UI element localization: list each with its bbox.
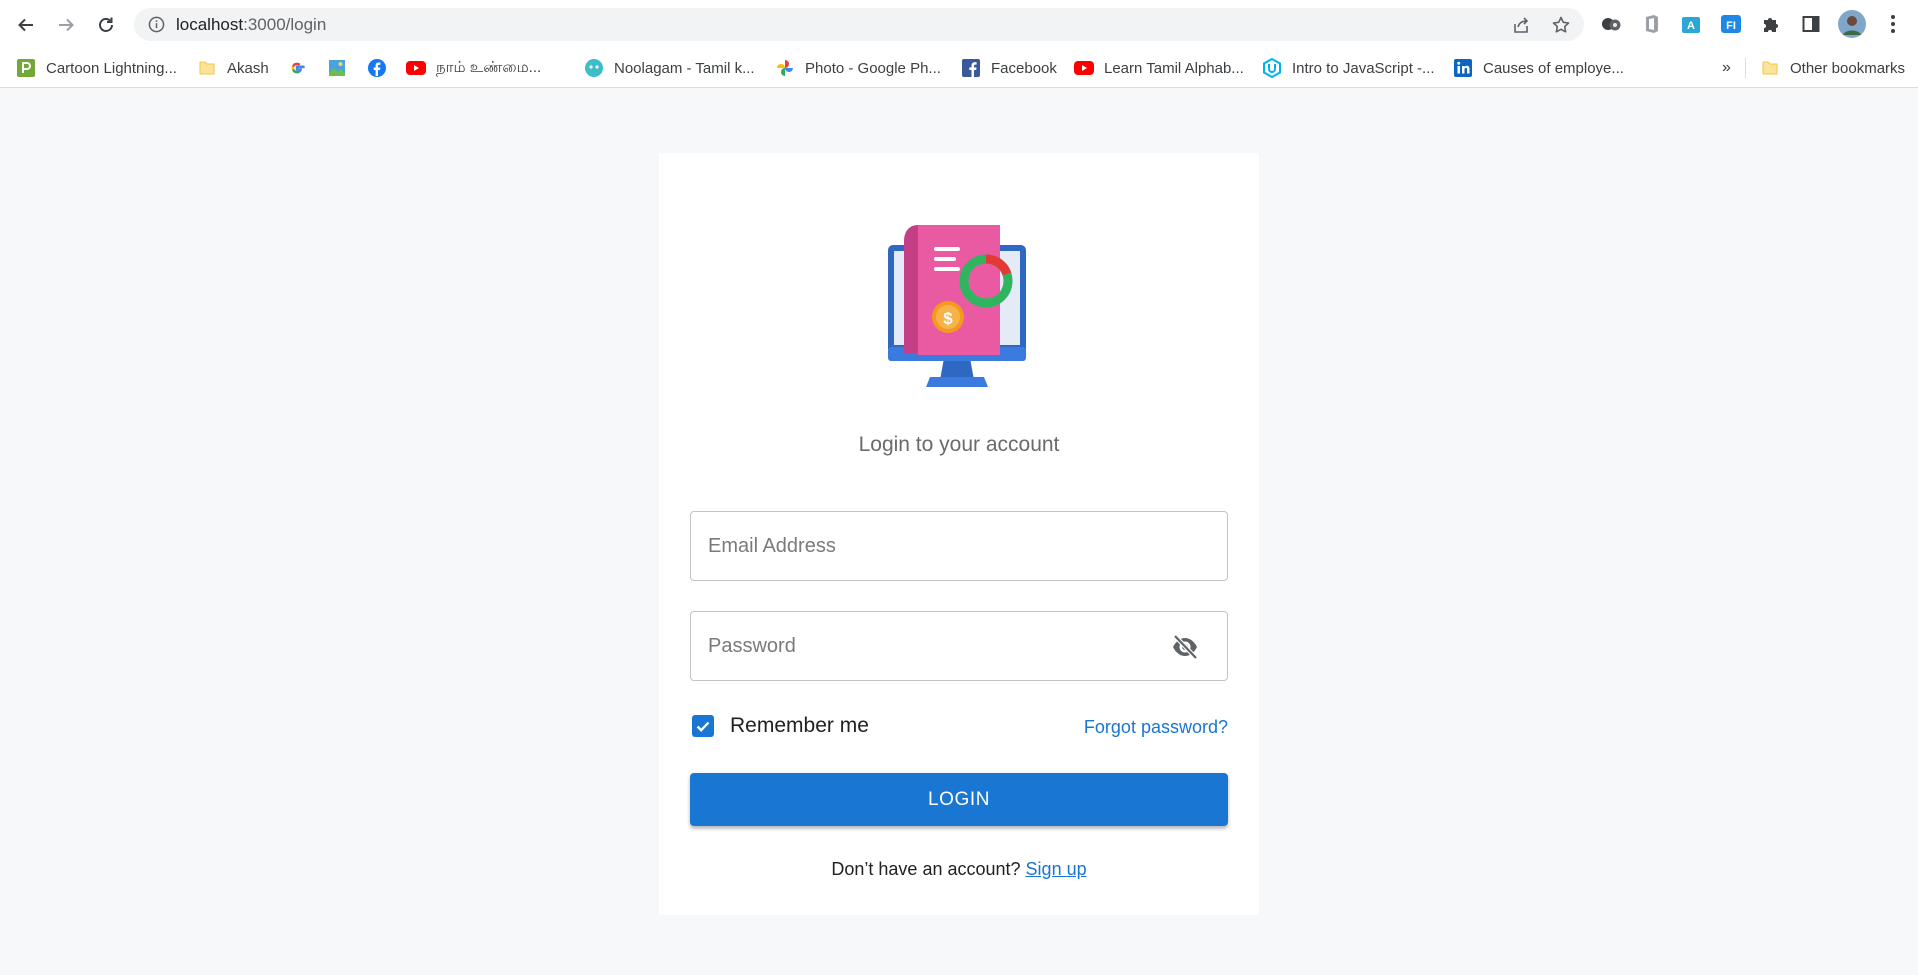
bookmark-intro-javascript[interactable]: Intro to JavaScript -... [1262, 48, 1435, 88]
bookmarks-divider [1745, 58, 1746, 78]
facebook-square-icon [961, 58, 981, 78]
svg-text:A: A [1687, 20, 1695, 32]
bookmark-facebook[interactable]: Facebook [961, 48, 1057, 88]
address-bar[interactable]: localhost:3000/login [134, 8, 1584, 41]
password-field[interactable] [690, 611, 1228, 681]
bookmark-facebook-round[interactable] [367, 48, 397, 88]
bookmark-google-photos[interactable]: Photo - Google Ph... [775, 48, 941, 88]
extension-office-icon[interactable] [1639, 12, 1663, 36]
login-card: $ Login to your account Remember me Forg… [659, 153, 1259, 915]
browser-menu-icon[interactable] [1881, 12, 1905, 36]
facebook-icon [367, 58, 387, 78]
bookmark-naam-unmai[interactable]: நாம் உண்மை... [406, 48, 541, 88]
email-input[interactable] [691, 512, 1227, 580]
udacity-icon [1262, 58, 1282, 78]
folder-icon [1760, 58, 1780, 78]
signup-prompt: Don’t have an account? [831, 859, 1021, 879]
checkbox-checked[interactable] [692, 715, 714, 737]
signup-link[interactable]: Sign up [1026, 859, 1087, 879]
forgot-password-link[interactable]: Forgot password? [1084, 717, 1228, 738]
arrow-left-icon [18, 18, 33, 32]
other-bookmarks[interactable]: Other bookmarks [1760, 48, 1905, 88]
reload-icon [99, 17, 113, 32]
finance-report-illustration: $ [888, 225, 1026, 387]
password-input[interactable] [691, 612, 1227, 680]
share-icon[interactable] [1511, 15, 1531, 35]
back-button[interactable] [10, 9, 42, 41]
visibility-off-icon[interactable] [1171, 634, 1199, 660]
bookmark-google[interactable] [287, 48, 317, 88]
bookmark-causes-employee[interactable]: Causes of employe... [1453, 48, 1624, 88]
coin-symbol: $ [943, 309, 953, 328]
remember-me-checkbox[interactable]: Remember me [690, 714, 869, 738]
noolagam-icon [584, 58, 604, 78]
google-photos-icon [775, 58, 795, 78]
arrow-right-icon [59, 18, 74, 32]
reload-button[interactable] [90, 9, 122, 41]
bookmark-star-icon[interactable] [1551, 15, 1571, 35]
bookmark-image-site[interactable] [327, 48, 357, 88]
extensions-puzzle-icon[interactable] [1759, 12, 1783, 36]
google-icon [287, 58, 307, 78]
extension-a-icon[interactable]: A [1679, 12, 1703, 36]
image-icon [327, 58, 347, 78]
login-subtitle: Login to your account [858, 433, 1060, 456]
remember-me-label: Remember me [730, 714, 869, 737]
extension-circles-icon[interactable] [1599, 12, 1623, 36]
bookmark-noolagam[interactable]: Noolagam - Tamil k... [584, 48, 755, 88]
checkmark-icon [696, 721, 710, 732]
profile-avatar[interactable] [1838, 10, 1866, 38]
extension-fi-icon[interactable]: FI [1719, 12, 1743, 36]
bookmark-learn-tamil[interactable]: Learn Tamil Alphab... [1074, 48, 1244, 88]
bookmark-cartoon-lightning[interactable]: Cartoon Lightning... [16, 48, 177, 88]
url-text[interactable]: localhost:3000/login [176, 8, 326, 41]
linkedin-icon [1453, 58, 1473, 78]
youtube-icon [406, 58, 426, 78]
email-field[interactable] [690, 511, 1228, 581]
bookmarks-overflow-button[interactable]: » [1722, 48, 1731, 88]
url-host: localhost [176, 15, 244, 34]
youtube-icon [1074, 58, 1094, 78]
login-button[interactable]: LOGIN [690, 773, 1228, 826]
svg-text:FI: FI [1726, 20, 1736, 32]
url-path: :3000/login [243, 15, 327, 34]
forward-button[interactable] [50, 9, 82, 41]
signup-row: Don’t have an account? Sign up [659, 859, 1259, 880]
bookmarks-bar: Cartoon Lightning... Akash நாம் உண்மை...… [0, 48, 1918, 88]
bookmark-akash[interactable]: Akash [197, 48, 269, 88]
site-info-icon[interactable] [148, 16, 165, 33]
side-panel-icon[interactable] [1799, 12, 1823, 36]
pexels-icon [16, 58, 36, 78]
browser-toolbar: localhost:3000/login A FI [0, 0, 1918, 48]
folder-icon [197, 58, 217, 78]
